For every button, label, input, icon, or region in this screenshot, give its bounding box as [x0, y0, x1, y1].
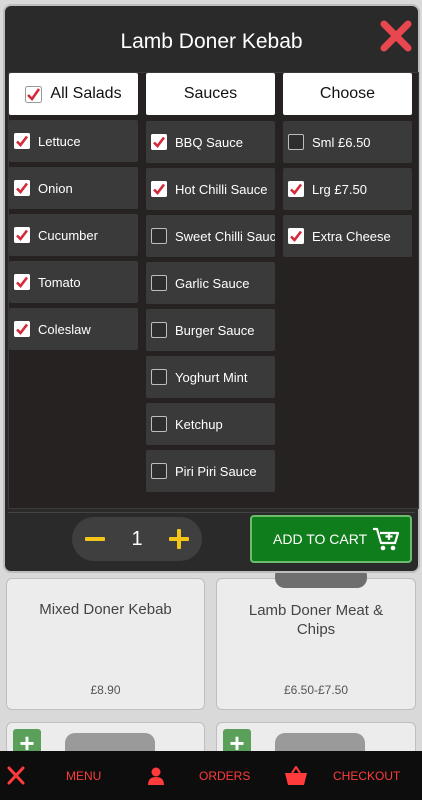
close-icon[interactable]: [378, 18, 414, 54]
salads-header[interactable]: All Salads: [9, 73, 138, 115]
nav-orders[interactable]: ORDERS: [146, 766, 250, 786]
checkbox[interactable]: [288, 228, 304, 244]
checkbox[interactable]: [288, 181, 304, 197]
sauces-header: Sauces: [146, 73, 275, 115]
option-label: Lrg £7.50: [312, 181, 367, 197]
bottom-nav: MENU ORDERS CHECKOUT: [0, 751, 422, 800]
checkbox[interactable]: [151, 275, 167, 291]
option-label: BBQ Sauce: [175, 134, 243, 150]
checkbox[interactable]: [14, 133, 30, 149]
quantity-stepper: 1: [72, 517, 202, 561]
option-burger-sauce[interactable]: Burger Sauce: [146, 309, 275, 351]
option-large-size[interactable]: Lrg £7.50: [283, 168, 412, 210]
option-label: Extra Cheese: [312, 228, 391, 244]
choose-header-label: Choose: [319, 85, 376, 102]
add-to-cart-button[interactable]: ADD TO CART: [250, 515, 412, 563]
checkbox[interactable]: [151, 416, 167, 432]
checkbox[interactable]: [151, 369, 167, 385]
option-label: Garlic Sauce: [175, 275, 250, 291]
add-to-cart-label: ADD TO CART: [273, 531, 368, 547]
nav-orders-label: ORDERS: [199, 769, 251, 783]
option-small-size[interactable]: Sml £6.50: [283, 121, 412, 163]
nav-menu[interactable]: MENU: [6, 766, 101, 786]
option-label: Piri Piri Sauce: [175, 463, 257, 479]
option-coleslaw[interactable]: Coleslaw: [9, 308, 138, 350]
choose-header: Choose: [283, 73, 412, 115]
option-garlic-sauce[interactable]: Garlic Sauce: [146, 262, 275, 304]
checkbox[interactable]: [14, 321, 30, 337]
basket-icon: [284, 765, 308, 786]
option-label: Lettuce: [38, 133, 81, 149]
option-yoghurt-mint[interactable]: Yoghurt Mint: [146, 356, 275, 398]
all-salads-checkbox[interactable]: [25, 85, 43, 103]
checkbox[interactable]: [151, 322, 167, 338]
checkbox[interactable]: [151, 228, 167, 244]
checkbox[interactable]: [151, 463, 167, 479]
option-label: Tomato: [38, 274, 81, 290]
checkbox[interactable]: [151, 134, 167, 150]
product-name: Lamb Doner Meat & Chips: [248, 602, 384, 638]
option-onion[interactable]: Onion: [9, 167, 138, 209]
modal-title: Lamb Doner Kebab: [120, 30, 303, 53]
option-label: Burger Sauce: [175, 322, 255, 338]
option-label: Onion: [38, 180, 73, 196]
product-name: Mixed Doner Kebab: [39, 601, 172, 618]
user-icon: [146, 766, 166, 786]
option-tomato[interactable]: Tomato: [9, 261, 138, 303]
product-card-mixed-doner[interactable]: Mixed Doner Kebab £8.90: [6, 578, 205, 710]
sauces-header-label: Sauces: [183, 85, 238, 102]
option-extra-cheese[interactable]: Extra Cheese: [283, 215, 412, 257]
option-label: Cucumber: [38, 227, 98, 243]
nav-menu-label: MENU: [66, 769, 102, 783]
cutlery-icon: [6, 766, 26, 786]
quantity-value: 1: [131, 527, 143, 550]
footer-divider: [8, 512, 415, 513]
option-label: Coleslaw: [38, 321, 91, 337]
product-card-lamb-doner-chips[interactable]: Lamb Doner Meat & Chips £6.50-£7.50: [216, 578, 416, 710]
option-cucumber[interactable]: Cucumber: [9, 214, 138, 256]
product-price: £8.90: [90, 683, 121, 697]
nav-checkout-label: CHECKOUT: [333, 769, 401, 783]
add-cart-icon: [372, 527, 400, 556]
plus-icon[interactable]: [168, 528, 190, 550]
option-lettuce[interactable]: Lettuce: [9, 120, 138, 162]
option-label: Hot Chilli Sauce: [175, 181, 268, 197]
option-label: Yoghurt Mint: [175, 369, 248, 385]
option-hot-chilli-sauce[interactable]: Hot Chilli Sauce: [146, 168, 275, 210]
option-label: Ketchup: [175, 416, 223, 432]
option-piri-piri-sauce[interactable]: Piri Piri Sauce: [146, 450, 275, 492]
checkbox[interactable]: [151, 181, 167, 197]
salads-header-label: All Salads: [50, 85, 122, 102]
product-price: £6.50-£7.50: [283, 683, 349, 697]
option-label: Sml £6.50: [312, 134, 371, 150]
checkbox[interactable]: [288, 134, 304, 150]
option-sweet-chilli-sauce[interactable]: Sweet Chilli Sauce: [146, 215, 275, 257]
option-bbq-sauce[interactable]: BBQ Sauce: [146, 121, 275, 163]
nav-checkout[interactable]: CHECKOUT: [284, 765, 401, 786]
minus-icon[interactable]: [84, 528, 106, 550]
option-ketchup[interactable]: Ketchup: [146, 403, 275, 445]
checkbox[interactable]: [14, 227, 30, 243]
option-label: Sweet Chilli Sauce: [175, 228, 275, 244]
checkbox[interactable]: [14, 274, 30, 290]
checkbox[interactable]: [14, 180, 30, 196]
